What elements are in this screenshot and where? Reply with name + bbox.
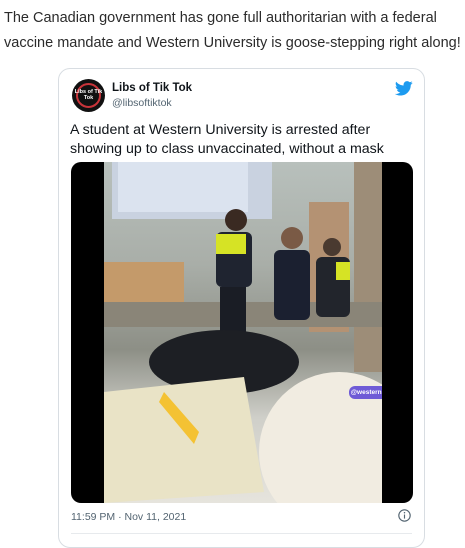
video-scene bbox=[104, 162, 382, 503]
student-body bbox=[274, 250, 310, 320]
officer2-vest bbox=[336, 262, 350, 280]
wall-panel bbox=[354, 162, 382, 372]
tweet-text: A student at Western University is arres… bbox=[70, 122, 384, 157]
post-text: The Canadian government has gone full au… bbox=[4, 10, 461, 51]
tweet-video[interactable]: @westernsavages bbox=[71, 162, 413, 503]
projection-slide bbox=[118, 162, 248, 212]
divider bbox=[71, 533, 412, 534]
video-frame[interactable]: @westernsavages bbox=[104, 162, 382, 503]
student-head bbox=[281, 227, 303, 249]
twitter-bird-icon[interactable] bbox=[395, 81, 413, 96]
avatar[interactable]: Libs of Tik Tok bbox=[72, 79, 105, 112]
display-name[interactable]: Libs of Tik Tok bbox=[112, 82, 192, 94]
paper-sheet bbox=[104, 377, 264, 503]
embedded-tweet-card[interactable]: Libs of Tik Tok Libs of Tik Tok @libsoft… bbox=[58, 68, 425, 548]
desk bbox=[104, 262, 184, 302]
officer-head bbox=[225, 209, 247, 231]
user-handle[interactable]: @libsoftiktok bbox=[112, 97, 172, 109]
officer-vest bbox=[216, 234, 246, 254]
video-watermark: @westernsavages bbox=[349, 386, 382, 399]
tweet-timestamp[interactable]: 11:59 PM · Nov 11, 2021 bbox=[71, 511, 186, 523]
officer2-head bbox=[323, 238, 341, 256]
avatar-text: Libs of Tik Tok bbox=[74, 89, 103, 101]
info-icon[interactable] bbox=[398, 509, 411, 522]
